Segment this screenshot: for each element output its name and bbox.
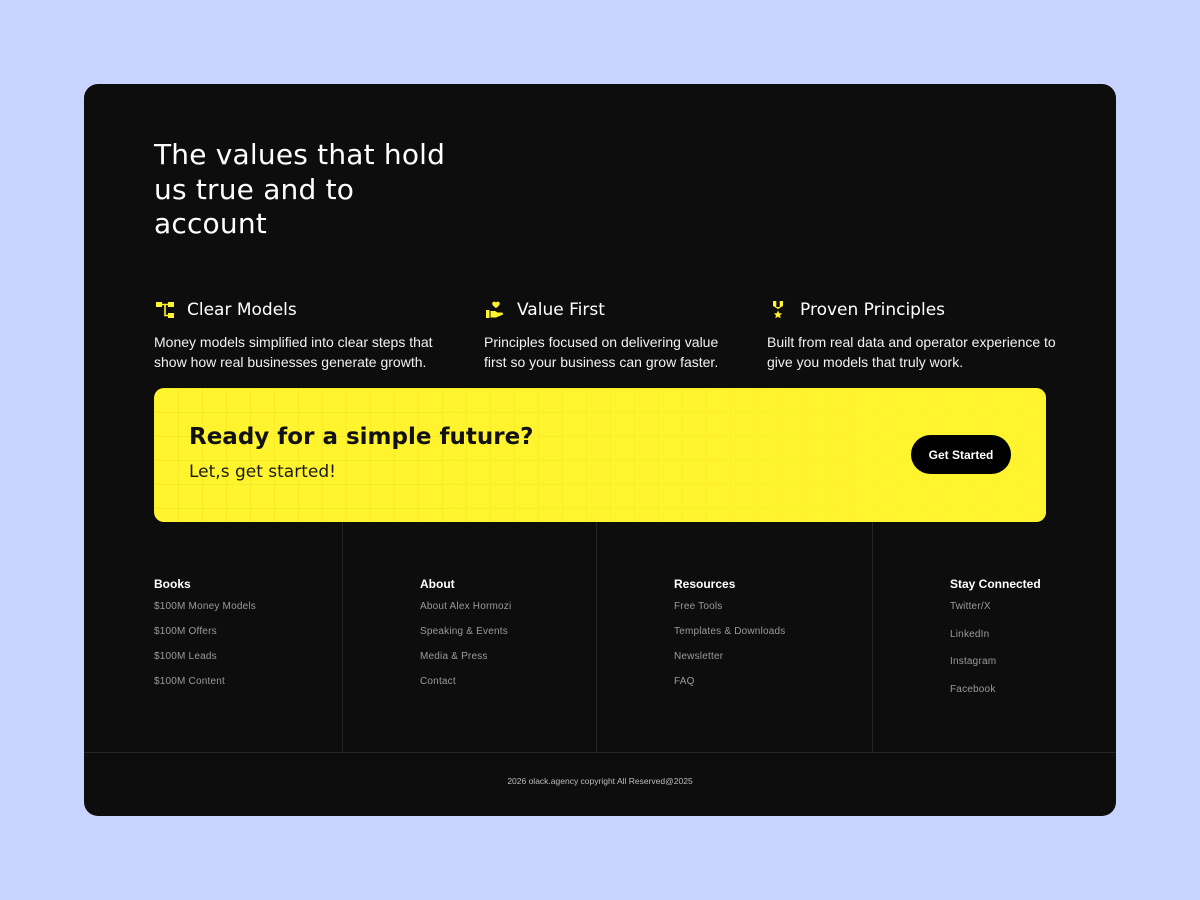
section-headline: The values that hold us true and to acco… xyxy=(154,138,446,240)
cta-subtitle: Let,s get started! xyxy=(189,462,336,482)
footer-link[interactable]: $100M Content xyxy=(154,675,256,700)
footer-column-title: Books xyxy=(154,577,191,591)
footer-column-title: About xyxy=(420,577,455,591)
footer-column-about: About About Alex Hormozi Speaking & Even… xyxy=(420,577,511,700)
social-link-linkedin[interactable]: LinkedIn xyxy=(950,628,1041,656)
footer-divider xyxy=(872,522,873,752)
main-card: The values that hold us true and to acco… xyxy=(84,84,1116,816)
value-value-first: Value First Principles focused on delive… xyxy=(484,298,744,372)
footer-link[interactable]: Newsletter xyxy=(674,650,785,675)
cta-banner: Ready for a simple future? Let,s get sta… xyxy=(154,388,1046,522)
flowchart-icon xyxy=(154,299,176,321)
medal-icon xyxy=(767,299,789,321)
footer-link[interactable]: $100M Money Models xyxy=(154,600,256,625)
footer-link[interactable]: Contact xyxy=(420,675,511,700)
value-proven-principles: Proven Principles Built from real data a… xyxy=(767,298,1067,372)
footer-link[interactable]: Speaking & Events xyxy=(420,625,511,650)
footer-column-title: Resources xyxy=(674,577,736,591)
footer-link[interactable]: About Alex Hormozi xyxy=(420,600,511,625)
social-link-twitter[interactable]: Twitter/X xyxy=(950,600,1041,628)
footer-column-resources: Resources Free Tools Templates & Downloa… xyxy=(674,577,785,700)
copyright-text: 2026 olack.agency copyright All Reserved… xyxy=(507,776,693,786)
footer-divider xyxy=(596,522,597,752)
footer-link[interactable]: $100M Leads xyxy=(154,650,256,675)
value-heading: Clear Models xyxy=(154,298,454,322)
value-title: Proven Principles xyxy=(800,300,946,320)
social-link-instagram[interactable]: Instagram xyxy=(950,655,1041,683)
value-description: Principles focused on delivering value f… xyxy=(484,334,719,370)
value-description: Money models simplified into clear steps… xyxy=(154,334,433,370)
value-title: Clear Models xyxy=(187,300,297,320)
footer-link[interactable]: Free Tools xyxy=(674,600,785,625)
get-started-button[interactable]: Get Started xyxy=(911,435,1011,474)
footer-column-stay-connected: Stay Connected Twitter/X LinkedIn Instag… xyxy=(950,577,1041,710)
footer-divider xyxy=(342,522,343,752)
value-title: Value First xyxy=(517,300,605,320)
footer-link[interactable]: Templates & Downloads xyxy=(674,625,785,650)
footer-column-books: Books $100M Money Models $100M Offers $1… xyxy=(154,577,256,700)
footer-link[interactable]: Media & Press xyxy=(420,650,511,675)
cta-title: Ready for a simple future? xyxy=(189,424,534,450)
hand-heart-icon xyxy=(484,299,506,321)
value-heading: Value First xyxy=(484,298,744,322)
footer-column-title: Stay Connected xyxy=(950,577,1041,591)
value-description: Built from real data and operator experi… xyxy=(767,334,1056,370)
social-link-facebook[interactable]: Facebook xyxy=(950,683,1041,711)
value-heading: Proven Principles xyxy=(767,298,1067,322)
footer-link[interactable]: FAQ xyxy=(674,675,785,700)
value-clear-models: Clear Models Money models simplified int… xyxy=(154,298,454,372)
footer-link[interactable]: $100M Offers xyxy=(154,625,256,650)
footer-bottom-divider xyxy=(84,752,1116,753)
